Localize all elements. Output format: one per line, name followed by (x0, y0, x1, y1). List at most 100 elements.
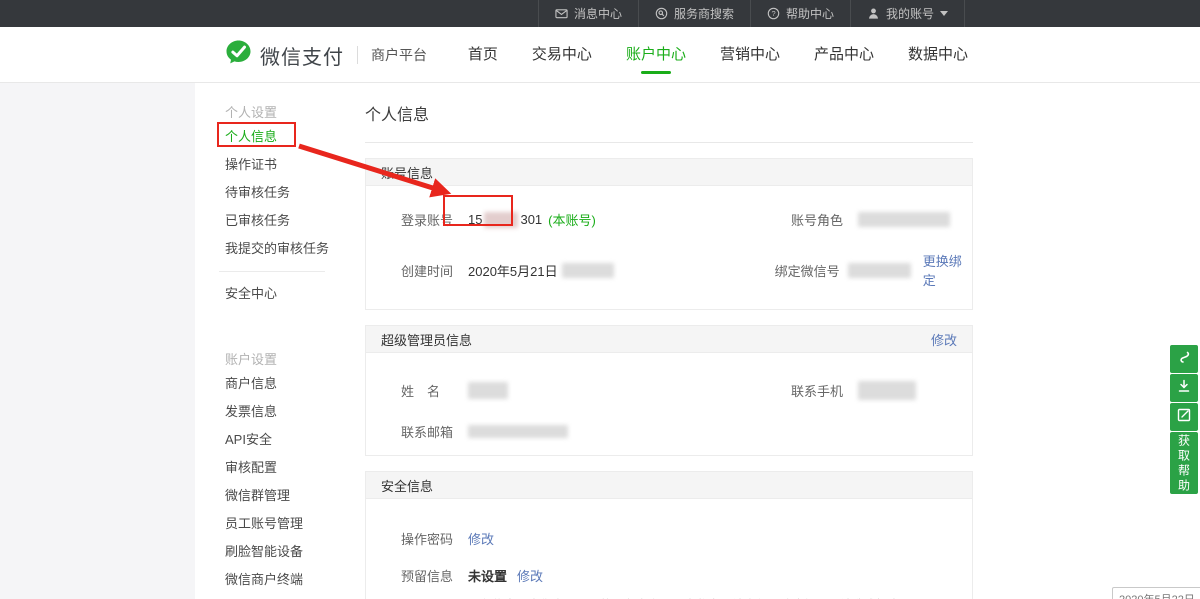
reserved-info-status: 未设置 (468, 566, 507, 585)
sidebar-item-security-center[interactable]: 安全中心 (225, 280, 345, 308)
link-icon (1177, 350, 1191, 369)
topbar-item-label: 消息中心 (574, 5, 622, 22)
admin-edit-link[interactable]: 修改 (931, 330, 957, 349)
sidebar-item-pending-review-tasks[interactable]: 待审核任务 (225, 179, 345, 207)
change-binding-link[interactable]: 更换绑定 (923, 251, 972, 289)
redacted-admin-name (468, 382, 508, 399)
sidebar-item-reviewed-tasks[interactable]: 已审核任务 (225, 207, 345, 235)
sidebar: 个人设置 个人信息 操作证书 待审核任务 已审核任务 我提交的审核任务 安全中心… (195, 83, 345, 599)
download-button[interactable] (1170, 374, 1198, 402)
redacted-account-role (858, 212, 950, 227)
reserved-info-label: 预留信息 (401, 566, 456, 585)
nav-tab-marketing-center[interactable]: 营销中心 (720, 27, 780, 83)
question-icon: ? (767, 7, 780, 20)
reserved-info-edit-link[interactable]: 修改 (517, 566, 543, 585)
security-info-section: 安全信息 操作密码 修改 预留信息 未设置 修改 预留 (365, 471, 973, 599)
topbar-item-label: 服务商搜索 (674, 5, 734, 22)
bound-wechat-label: 绑定微信号 (775, 261, 837, 280)
floating-toolbar: 获取帮助 (1170, 345, 1198, 494)
envelope-icon (555, 7, 568, 20)
sidebar-item-my-submitted-review-tasks[interactable]: 我提交的审核任务 (225, 235, 345, 263)
password-edit-link[interactable]: 修改 (468, 529, 494, 548)
operation-password-label: 操作密码 (401, 529, 456, 548)
current-account-note: (本账号) (548, 210, 596, 229)
topbar-item-message-center[interactable]: 消息中心 (538, 0, 638, 27)
section-title: 超级管理员信息 (381, 330, 472, 349)
redacted-login-middle (484, 212, 518, 228)
topbar-item-my-account[interactable]: 我的账号 (850, 0, 965, 27)
main-nav: 首页 交易中心 账户中心 营销中心 产品中心 数据中心 (468, 27, 968, 83)
account-info-row: 创建时间 2020年5月21日 绑定微信号 更换绑定 (366, 251, 972, 289)
brand: 微信支付 商户平台 (225, 27, 427, 83)
topbar-item-label: 帮助中心 (786, 5, 834, 22)
feedback-button[interactable] (1170, 403, 1198, 431)
sidebar-item-wechat-group-management[interactable]: 微信群管理 (225, 482, 345, 510)
topbar-item-label: 我的账号 (886, 5, 934, 22)
sidebar-item-merchant-info[interactable]: 商户信息 (225, 370, 345, 398)
nav-tab-data-center[interactable]: 数据中心 (908, 27, 968, 83)
account-role-label: 账号角色 (791, 210, 846, 229)
download-icon (1177, 379, 1191, 398)
brand-name: 微信支付 (260, 41, 344, 70)
section-title: 安全信息 (381, 476, 433, 495)
account-info-row: 登录账号 15 301 (本账号) 账号角色 (366, 210, 972, 229)
account-info-section: 账号信息 登录账号 15 301 (本账号) 账号角色 (365, 158, 973, 310)
page-title: 个人信息 (365, 83, 973, 143)
topbar-menu: 消息中心 服务商搜索 ? 帮助中心 (538, 0, 965, 27)
header: 微信支付 商户平台 首页 交易中心 账户中心 营销中心 产品中心 数据中心 (0, 27, 1200, 83)
topbar-item-help-center[interactable]: ? 帮助中心 (750, 0, 850, 27)
account-info-section-header: 账号信息 (366, 159, 972, 186)
security-row-reserved: 预留信息 未设置 修改 (366, 566, 972, 585)
edit-icon (1177, 408, 1191, 427)
security-info-section-header: 安全信息 (366, 472, 972, 499)
sidebar-item-review-config[interactable]: 审核配置 (225, 454, 345, 482)
merchant-platform-page: 消息中心 服务商搜索 ? 帮助中心 (0, 0, 1200, 599)
brand-divider (357, 46, 358, 64)
security-row-password: 操作密码 修改 (366, 529, 972, 548)
sidebar-item-api-security[interactable]: API安全 (225, 426, 345, 454)
section-title: 账号信息 (381, 163, 433, 182)
sidebar-item-personal-info[interactable]: 个人信息 (225, 123, 345, 151)
brand-subtitle: 商户平台 (371, 45, 427, 65)
redacted-bound-wechat (848, 263, 911, 278)
main-content: 个人信息 账号信息 登录账号 15 301 (本账号) (365, 83, 973, 599)
sidebar-item-wechat-merchant-terminal[interactable]: 微信商户终端 (225, 566, 345, 594)
topbar: 消息中心 服务商搜索 ? 帮助中心 (0, 0, 1200, 27)
sidebar-item-staff-account-management[interactable]: 员工账号管理 (225, 510, 345, 538)
sidebar-item-invoice-info[interactable]: 发票信息 (225, 398, 345, 426)
admin-info-row: 姓 名 联系手机 (366, 381, 972, 400)
admin-name-label: 姓 名 (401, 381, 456, 400)
contact-phone-label: 联系手机 (791, 381, 846, 400)
sidebar-divider (219, 271, 325, 272)
created-time-label: 创建时间 (401, 261, 456, 280)
nav-tab-transaction-center[interactable]: 交易中心 (532, 27, 592, 83)
login-account-value: 15 301 (本账号) (468, 210, 596, 229)
search-icon (655, 7, 668, 20)
left-gutter (0, 83, 195, 599)
created-time-value: 2020年5月21日 (468, 261, 614, 280)
contact-email-label: 联系邮箱 (401, 422, 456, 441)
super-admin-section-header: 超级管理员信息 修改 (366, 326, 972, 353)
sidebar-item-operation-certificate[interactable]: 操作证书 (225, 151, 345, 179)
svg-text:?: ? (771, 9, 775, 18)
date-tooltip: 2020年5月22日 (1112, 587, 1200, 599)
redacted-contact-phone (858, 381, 916, 400)
user-icon (867, 7, 880, 20)
super-admin-section: 超级管理员信息 修改 姓 名 联系手机 联系邮箱 (365, 325, 973, 456)
wechat-pay-logo-icon (225, 39, 252, 71)
redacted-contact-email (468, 425, 568, 438)
admin-info-row: 联系邮箱 (366, 422, 972, 441)
chevron-down-icon (940, 11, 948, 16)
nav-tab-account-center[interactable]: 账户中心 (626, 27, 686, 83)
link-button[interactable] (1170, 345, 1198, 373)
redacted-created-time (562, 263, 614, 278)
nav-tab-home[interactable]: 首页 (468, 27, 498, 83)
nav-tab-product-center[interactable]: 产品中心 (814, 27, 874, 83)
sidebar-spacer (195, 308, 345, 338)
sidebar-header-personal-settings: 个人设置 (225, 103, 345, 123)
get-help-button[interactable]: 获取帮助 (1170, 432, 1198, 494)
topbar-item-service-provider-search[interactable]: 服务商搜索 (638, 0, 750, 27)
login-account-label: 登录账号 (401, 210, 456, 229)
sidebar-header-account-settings: 账户设置 (225, 350, 345, 370)
sidebar-item-face-recognition-devices[interactable]: 刷脸智能设备 (225, 538, 345, 566)
